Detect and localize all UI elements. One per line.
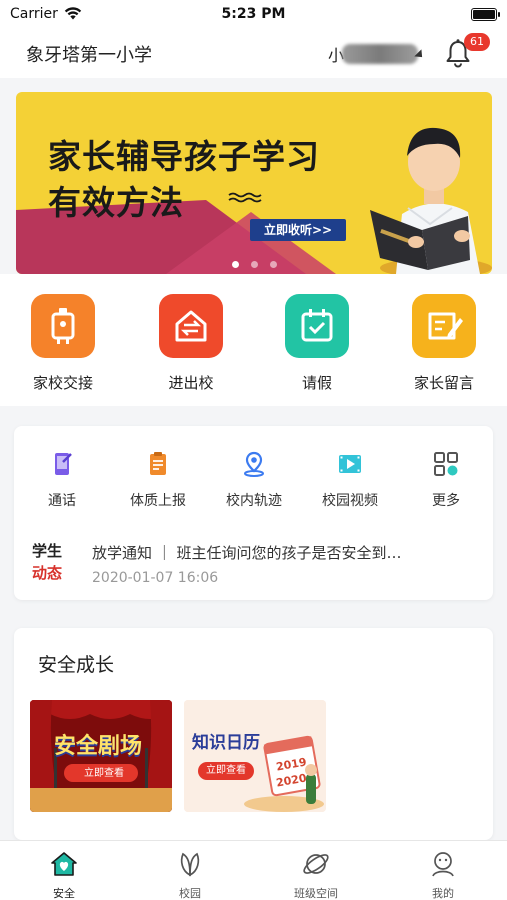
service-campus-video[interactable]: 校园视频 bbox=[302, 450, 398, 510]
message-pen-icon bbox=[412, 294, 476, 358]
handover-icon bbox=[31, 294, 95, 358]
listen-now-button[interactable]: 立即收听>> bbox=[250, 219, 346, 241]
banner-title-line1: 家长辅导孩子学习 bbox=[48, 137, 320, 176]
tab-mine[interactable]: 我的 bbox=[393, 849, 493, 900]
quick-action-label: 请假 bbox=[301, 374, 332, 392]
quick-action-label: 家长留言 bbox=[413, 374, 474, 392]
theatre-title: 安全剧场 bbox=[54, 734, 143, 759]
waves-icon bbox=[228, 192, 262, 203]
calendar-title: 知识日历 bbox=[192, 733, 260, 753]
bottom-tab-bar: 安全 校园 班级空间 我的 bbox=[0, 840, 507, 900]
service-label: 通话 bbox=[48, 493, 76, 509]
safety-theatre-card[interactable]: 安全剧场 立即查看 bbox=[30, 700, 172, 812]
quick-action-entry-exit[interactable]: 进出校 bbox=[136, 294, 246, 393]
planet-icon bbox=[303, 854, 329, 874]
quick-action-parent-message[interactable]: 家长留言 bbox=[389, 294, 499, 393]
section-title: 安全成长 bbox=[38, 654, 115, 676]
clock-time: 5:23 PM bbox=[221, 6, 286, 22]
tab-label: 我的 bbox=[432, 887, 454, 900]
service-label: 更多 bbox=[432, 493, 460, 509]
school-name[interactable]: 象牙塔第一小学 bbox=[26, 41, 152, 67]
services-card: 通话 体质上报 校内轨迹 校园视频 更多 学生 动态 放学通知 ｜ 班主任询问您… bbox=[14, 426, 493, 600]
tab-label: 班级空间 bbox=[294, 887, 338, 900]
news-timestamp: 2020-01-07 16:06 bbox=[92, 570, 219, 586]
battery-icon bbox=[471, 8, 500, 21]
carousel-dot[interactable] bbox=[231, 261, 239, 268]
news-tag-line2: 动态 bbox=[32, 564, 63, 582]
carousel-dot[interactable] bbox=[269, 261, 277, 268]
quick-action-handover[interactable]: 家校交接 bbox=[8, 294, 118, 393]
phone-icon bbox=[55, 453, 72, 475]
tab-label: 校园 bbox=[179, 887, 201, 900]
service-call[interactable]: 通话 bbox=[14, 450, 110, 510]
tab-safety[interactable]: 安全 bbox=[14, 849, 114, 900]
top-header: 象牙塔第一小学 小 61 bbox=[0, 30, 507, 78]
tab-label: 安全 bbox=[53, 887, 75, 900]
carousel-dot[interactable] bbox=[250, 261, 258, 268]
quick-action-label: 家校交接 bbox=[32, 374, 93, 392]
leave-calendar-icon bbox=[285, 294, 349, 358]
service-campus-track[interactable]: 校内轨迹 bbox=[206, 450, 302, 510]
service-health-report[interactable]: 体质上报 bbox=[110, 450, 206, 510]
quick-actions: 家校交接 进出校 请假 家长留言 bbox=[0, 274, 507, 406]
quick-action-label: 进出校 bbox=[168, 374, 214, 392]
status-bar: Carrier 5:23 PM bbox=[0, 0, 507, 30]
home-shield-icon bbox=[51, 852, 77, 876]
profile-icon bbox=[432, 852, 454, 877]
banner-title-line2: 有效方法 bbox=[48, 183, 184, 222]
quick-action-leave[interactable]: 请假 bbox=[262, 294, 372, 393]
service-label: 体质上报 bbox=[130, 493, 186, 509]
location-icon bbox=[244, 451, 264, 477]
knowledge-calendar-card[interactable]: 知识日历 立即查看 2019 2020 bbox=[184, 700, 326, 812]
promo-banner[interactable]: 家长辅导孩子学习 有效方法 立即收听>> bbox=[16, 92, 492, 274]
safety-growth-card: 安全成长 安全剧场 立即查看 知识日历 立即查看 2019 2020 bbox=[14, 628, 493, 840]
child-reading-illustration bbox=[370, 127, 492, 274]
health-report-icon bbox=[150, 452, 166, 475]
leaf-icon bbox=[180, 852, 200, 877]
news-tag-line1: 学生 bbox=[32, 542, 63, 560]
calendar-view-button[interactable]: 立即查看 bbox=[198, 762, 254, 780]
student-news-tag: 学生 动态 bbox=[32, 540, 78, 584]
entry-exit-icon bbox=[159, 294, 223, 358]
tab-campus[interactable]: 校园 bbox=[140, 849, 240, 900]
user-name-redacted[interactable] bbox=[342, 44, 418, 64]
service-label: 校园视频 bbox=[322, 493, 378, 509]
news-headline[interactable]: 放学通知 ｜ 班主任询问您的孩子是否安全到… bbox=[92, 542, 484, 563]
video-icon bbox=[339, 455, 361, 473]
service-more[interactable]: 更多 bbox=[398, 450, 494, 510]
carousel-dots[interactable] bbox=[16, 253, 492, 272]
tab-class-space[interactable]: 班级空间 bbox=[266, 849, 366, 900]
more-grid-icon bbox=[434, 452, 458, 476]
theatre-view-button[interactable]: 立即查看 bbox=[76, 765, 132, 783]
service-label: 校内轨迹 bbox=[226, 493, 282, 509]
notification-badge: 61 bbox=[464, 33, 490, 51]
